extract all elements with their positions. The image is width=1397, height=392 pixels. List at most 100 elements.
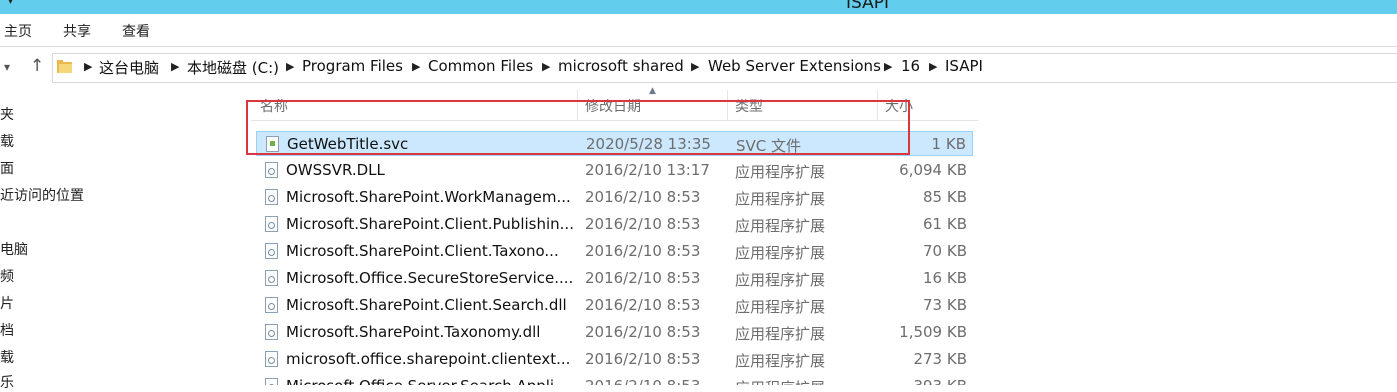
breadcrumb-separator-icon[interactable]: ▶ <box>412 60 420 73</box>
file-type: 应用程序扩展 <box>735 271 826 289</box>
file-size: 85 KB <box>923 188 967 206</box>
navigation-pane: 夹 载 面 近访问的位置 电脑 频 片 档 载 乐 <box>0 92 120 391</box>
recent-locations-icon[interactable]: ▾ <box>4 60 10 74</box>
nav-item-pictures[interactable]: 片 <box>0 293 14 313</box>
tab-home[interactable]: 主页 <box>4 21 32 41</box>
file-name: Microsoft.Office.Server.Search.Appli... <box>286 377 574 385</box>
breadcrumb-separator-icon[interactable]: ▶ <box>542 60 550 73</box>
file-date: 2016/2/10 8:53 <box>585 215 701 233</box>
ribbon: 主页 共享 查看 <box>0 14 1397 47</box>
dll-file-icon <box>265 162 278 178</box>
file-type: SVC 文件 <box>736 137 802 155</box>
file-row[interactable]: Microsoft.SharePoint.Client.Search.dll 2… <box>256 293 973 318</box>
nav-item-this-pc[interactable]: 电脑 <box>0 239 28 259</box>
file-date: 2016/2/10 8:53 <box>585 269 701 287</box>
nav-item-recent-places[interactable]: 近访问的位置 <box>0 185 84 205</box>
tab-share[interactable]: 共享 <box>63 21 91 41</box>
column-divider[interactable] <box>577 90 578 120</box>
address-bar[interactable]: ▶ 这台电脑 ▶ 本地磁盘 (C:) ▶ Program Files ▶ Com… <box>52 53 1397 83</box>
file-size: 61 KB <box>923 215 967 233</box>
file-type: 应用程序扩展 <box>735 217 826 235</box>
file-row[interactable]: OWSSVR.DLL 2016/2/10 13:17 应用程序扩展 6,094 … <box>256 158 973 183</box>
nav-item-downloads[interactable]: 载 <box>0 131 14 151</box>
file-size: 1,509 KB <box>899 323 967 341</box>
breadcrumb-local-disk[interactable]: 本地磁盘 (C:) <box>187 57 279 78</box>
breadcrumb-separator-icon[interactable]: ▶ <box>929 60 937 73</box>
file-size: 393 KB <box>913 377 967 385</box>
column-header-size[interactable]: 大小 <box>885 96 913 116</box>
file-date: 2016/2/10 13:17 <box>585 161 710 179</box>
breadcrumb-microsoft-shared[interactable]: microsoft shared <box>558 57 684 75</box>
column-header-date[interactable]: 修改日期 <box>585 96 641 116</box>
nav-item-videos[interactable]: 频 <box>0 266 14 286</box>
file-row[interactable]: Microsoft.Office.Server.Search.Appli... … <box>256 374 973 385</box>
file-row[interactable]: GetWebTitle.svc 2020/5/28 13:35 SVC 文件 1… <box>256 131 973 156</box>
column-divider[interactable] <box>877 90 878 120</box>
breadcrumb-common-files[interactable]: Common Files <box>428 57 533 75</box>
dll-file-icon <box>265 351 278 367</box>
svc-file-icon <box>266 136 279 152</box>
file-type: 应用程序扩展 <box>735 244 826 262</box>
file-name: OWSSVR.DLL <box>286 161 385 179</box>
breadcrumb-isapi[interactable]: ISAPI <box>945 57 983 75</box>
file-name: Microsoft.SharePoint.Taxonomy.dll <box>286 323 541 341</box>
file-name: GetWebTitle.svc <box>287 135 409 153</box>
up-arrow-icon[interactable]: ↑ <box>30 56 44 76</box>
file-size: 70 KB <box>923 242 967 260</box>
file-row[interactable]: Microsoft.SharePoint.Taxonomy.dll 2016/2… <box>256 320 973 345</box>
nav-item-desktop[interactable]: 面 <box>0 158 14 178</box>
file-row[interactable]: microsoft.office.sharepoint.clientext...… <box>256 347 973 372</box>
breadcrumb-program-files[interactable]: Program Files <box>302 57 403 75</box>
tab-view[interactable]: 查看 <box>122 21 150 41</box>
breadcrumb-16[interactable]: 16 <box>901 57 920 75</box>
file-row[interactable]: Microsoft.SharePoint.WorkManagem... 2016… <box>256 185 973 210</box>
file-date: 2016/2/10 8:53 <box>585 377 700 385</box>
nav-item-music[interactable]: 乐 <box>0 372 14 392</box>
dll-file-icon <box>265 243 278 259</box>
file-size: 16 KB <box>923 269 967 287</box>
file-name: Microsoft.SharePoint.Client.Publishin... <box>286 215 574 233</box>
quick-access-dropdown-icon[interactable]: ▾ <box>8 0 13 7</box>
file-name: Microsoft.SharePoint.Client.Search.dll <box>286 296 567 314</box>
file-type: 应用程序扩展 <box>735 298 826 316</box>
file-size: 273 KB <box>913 350 967 368</box>
file-name: Microsoft.Office.SecureStoreService.... <box>286 269 574 287</box>
dll-file-icon <box>265 189 278 205</box>
file-size: 73 KB <box>923 296 967 314</box>
file-type: 应用程序扩展 <box>735 163 826 181</box>
breadcrumb-separator-icon[interactable]: ▶ <box>884 60 892 73</box>
dll-file-icon <box>265 270 278 286</box>
nav-item-downloads-2[interactable]: 载 <box>0 347 14 367</box>
breadcrumb-this-pc[interactable]: 这台电脑 <box>99 57 159 78</box>
nav-item-documents[interactable]: 档 <box>0 320 14 340</box>
file-type: 应用程序扩展 <box>735 352 826 370</box>
dll-file-icon <box>265 216 278 232</box>
file-date: 2016/2/10 8:53 <box>585 242 701 260</box>
column-header-row: ▲ 名称 修改日期 类型 大小 <box>251 86 978 121</box>
file-date: 2016/2/10 8:53 <box>585 296 701 314</box>
nav-item-folder[interactable]: 夹 <box>0 104 14 124</box>
file-type: 应用程序扩展 <box>735 377 825 385</box>
dll-file-icon <box>265 297 278 313</box>
breadcrumb-separator-icon[interactable]: ▶ <box>286 60 294 73</box>
file-size: 6,094 KB <box>899 161 967 179</box>
breadcrumb-separator-icon[interactable]: ▶ <box>171 60 179 73</box>
file-name: microsoft.office.sharepoint.clientext... <box>286 350 571 368</box>
folder-icon <box>57 60 72 73</box>
breadcrumb-separator-icon[interactable]: ▶ <box>84 60 92 73</box>
column-header-name[interactable]: 名称 <box>260 96 288 116</box>
file-date: 2020/5/28 13:35 <box>586 135 711 153</box>
column-header-type[interactable]: 类型 <box>735 96 763 116</box>
sort-ascending-icon: ▲ <box>649 86 656 96</box>
file-row[interactable]: Microsoft.SharePoint.Client.Taxono... 20… <box>256 239 973 264</box>
window-title: ISAPI <box>846 0 890 13</box>
file-row[interactable]: Microsoft.Office.SecureStoreService.... … <box>256 266 973 291</box>
breadcrumb-web-server-extensions[interactable]: Web Server Extensions <box>708 57 881 75</box>
column-divider[interactable] <box>727 90 728 120</box>
file-name: Microsoft.SharePoint.Client.Taxono... <box>286 242 559 260</box>
file-date: 2016/2/10 8:53 <box>585 350 701 368</box>
dll-file-icon <box>265 324 278 340</box>
dll-file-icon <box>265 378 278 385</box>
file-row[interactable]: Microsoft.SharePoint.Client.Publishin...… <box>256 212 973 237</box>
breadcrumb-separator-icon[interactable]: ▶ <box>691 60 699 73</box>
